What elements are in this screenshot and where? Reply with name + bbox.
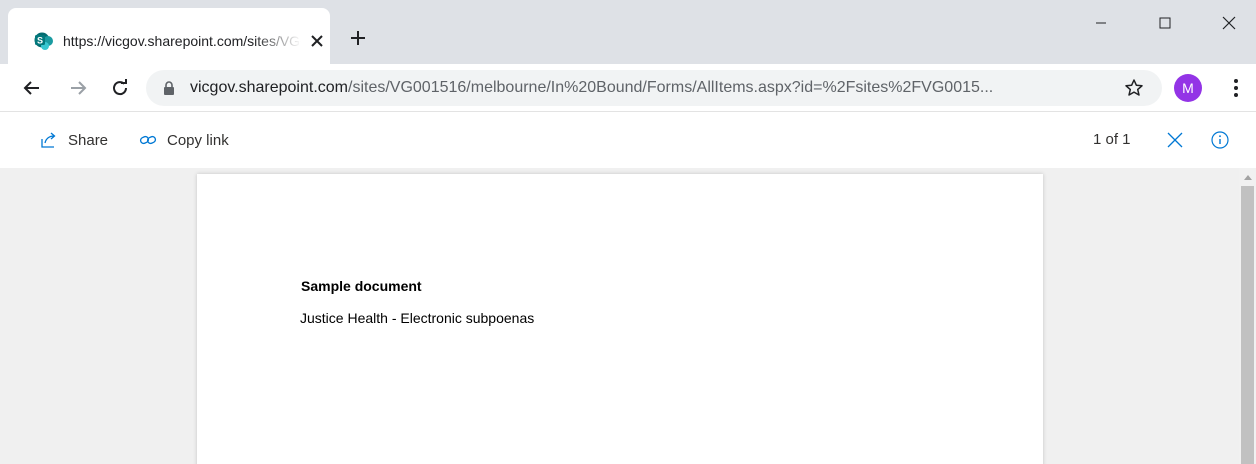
maximize-button[interactable] <box>1142 8 1188 38</box>
minimize-button[interactable] <box>1078 8 1124 38</box>
tab-title: https://vicgov.sharepoint.com/sites/VG00… <box>63 33 301 49</box>
new-tab-icon[interactable] <box>348 28 368 48</box>
profile-avatar[interactable]: M <box>1174 74 1202 102</box>
arrow-left-icon <box>23 81 39 95</box>
document-page: Sample document Justice Health - Electro… <box>197 174 1043 464</box>
share-label: Share <box>68 131 109 149</box>
browser-toolbar: vicgov.sharepoint.com/sites/VG001516/mel… <box>0 64 1256 112</box>
link-icon <box>139 135 157 145</box>
viewer-command-bar: Share Copy link 1 of 1 <box>0 112 1256 168</box>
svg-text:S: S <box>37 36 43 46</box>
info-icon[interactable] <box>1210 130 1230 150</box>
document-viewer: Sample document Justice Health - Electro… <box>0 168 1256 464</box>
minimize-icon <box>1096 22 1106 24</box>
url-path: /sites/VG001516/melbourne/In%20Bound/For… <box>348 79 994 96</box>
caret-up-icon <box>1243 174 1252 180</box>
share-button[interactable]: Share <box>40 112 108 168</box>
lock-icon[interactable] <box>162 81 176 95</box>
copy-link-button[interactable]: Copy link <box>139 112 229 168</box>
url-host: vicgov.sharepoint.com <box>190 79 348 96</box>
close-icon <box>1222 16 1236 30</box>
document-subtitle: Justice Health - Electronic subpoenas <box>300 310 535 326</box>
vertical-scrollbar[interactable] <box>1239 168 1256 464</box>
reload-button[interactable] <box>108 76 132 100</box>
bookmark-star-icon[interactable] <box>1124 78 1144 98</box>
sharepoint-icon: S <box>34 32 53 50</box>
more-options-icon[interactable] <box>1224 76 1248 100</box>
browser-tab[interactable]: S https://vicgov.sharepoint.com/sites/VG… <box>8 8 330 64</box>
forward-button[interactable] <box>66 76 90 100</box>
document-title: Sample document <box>301 278 422 294</box>
arrow-right-icon <box>71 81 87 95</box>
share-icon <box>41 132 56 148</box>
scroll-thumb[interactable] <box>1241 186 1254 464</box>
tab-strip: S https://vicgov.sharepoint.com/sites/VG… <box>0 0 1256 64</box>
url-text[interactable]: vicgov.sharepoint.com/sites/VG001516/mel… <box>190 70 1110 106</box>
scroll-up-button[interactable] <box>1239 168 1256 185</box>
copy-link-label: Copy link <box>167 131 229 149</box>
maximize-icon <box>1159 17 1171 29</box>
close-window-button[interactable] <box>1206 8 1252 38</box>
close-tab-icon[interactable] <box>308 32 326 50</box>
back-button[interactable] <box>20 76 44 100</box>
reload-icon <box>113 79 128 96</box>
page-count: 1 of 1 <box>1093 131 1131 148</box>
address-bar[interactable]: vicgov.sharepoint.com/sites/VG001516/mel… <box>146 70 1162 106</box>
close-viewer-icon[interactable] <box>1165 130 1185 150</box>
